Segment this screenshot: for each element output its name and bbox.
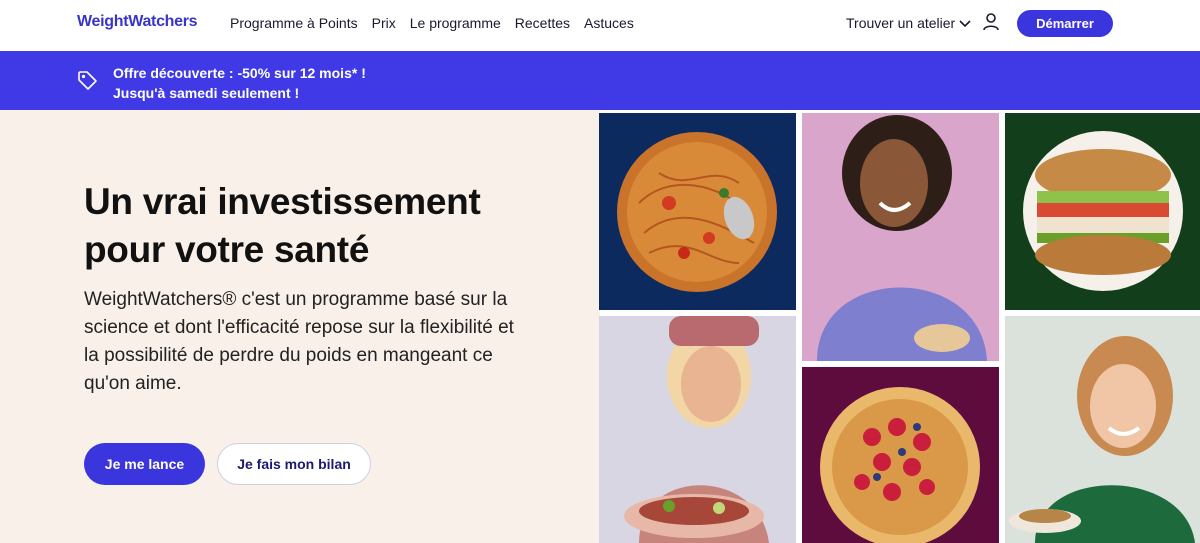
nav-item-program[interactable]: Le programme — [410, 15, 501, 31]
woman-pasta-photo — [1005, 316, 1200, 543]
chevron-down-icon — [959, 15, 971, 31]
promo-line-2: Jusqu'à samedi seulement ! — [113, 85, 300, 101]
start-button[interactable]: Démarrer — [1017, 10, 1113, 37]
woman-smiling-photo — [802, 113, 999, 361]
nav-item-price[interactable]: Prix — [372, 15, 396, 31]
assessment-button[interactable]: Je fais mon bilan — [217, 443, 371, 485]
promo-text: Offre découverte : -50% sur 12 mois* ! J… — [113, 63, 366, 103]
hero-description: WeightWatchers® c'est un programme basé … — [84, 289, 514, 394]
get-started-button[interactable]: Je me lance — [84, 443, 205, 485]
nav-item-tips[interactable]: Astuces — [584, 15, 634, 31]
hero-title: Un vrai investissement pour votre santé — [84, 181, 481, 270]
promo-banner[interactable]: Offre découverte : -50% sur 12 mois* ! J… — [0, 51, 1200, 110]
spaghetti-photo — [599, 113, 796, 310]
nav-item-recipes[interactable]: Recettes — [515, 15, 570, 31]
site-header: WeightWatchers Programme à Points Prix L… — [0, 0, 1200, 51]
sandwich-photo — [1005, 113, 1200, 310]
hero-section: Un vrai investissement pour votre santé … — [0, 110, 600, 543]
promo-line-1: Offre découverte : -50% sur 12 mois* ! — [113, 65, 366, 81]
main-nav: Programme à Points Prix Le programme Rec… — [230, 15, 648, 31]
find-workshop-label: Trouver un atelier — [846, 15, 956, 31]
nav-item-points[interactable]: Programme à Points — [230, 15, 358, 31]
woman-tacos-photo — [599, 316, 796, 543]
find-workshop-dropdown[interactable]: Trouver un atelier — [846, 15, 971, 31]
user-account-icon[interactable] — [982, 12, 1000, 32]
pancakes-photo — [802, 367, 999, 543]
brand-logo[interactable]: WeightWatchers — [77, 13, 198, 31]
price-tag-icon — [77, 70, 98, 91]
